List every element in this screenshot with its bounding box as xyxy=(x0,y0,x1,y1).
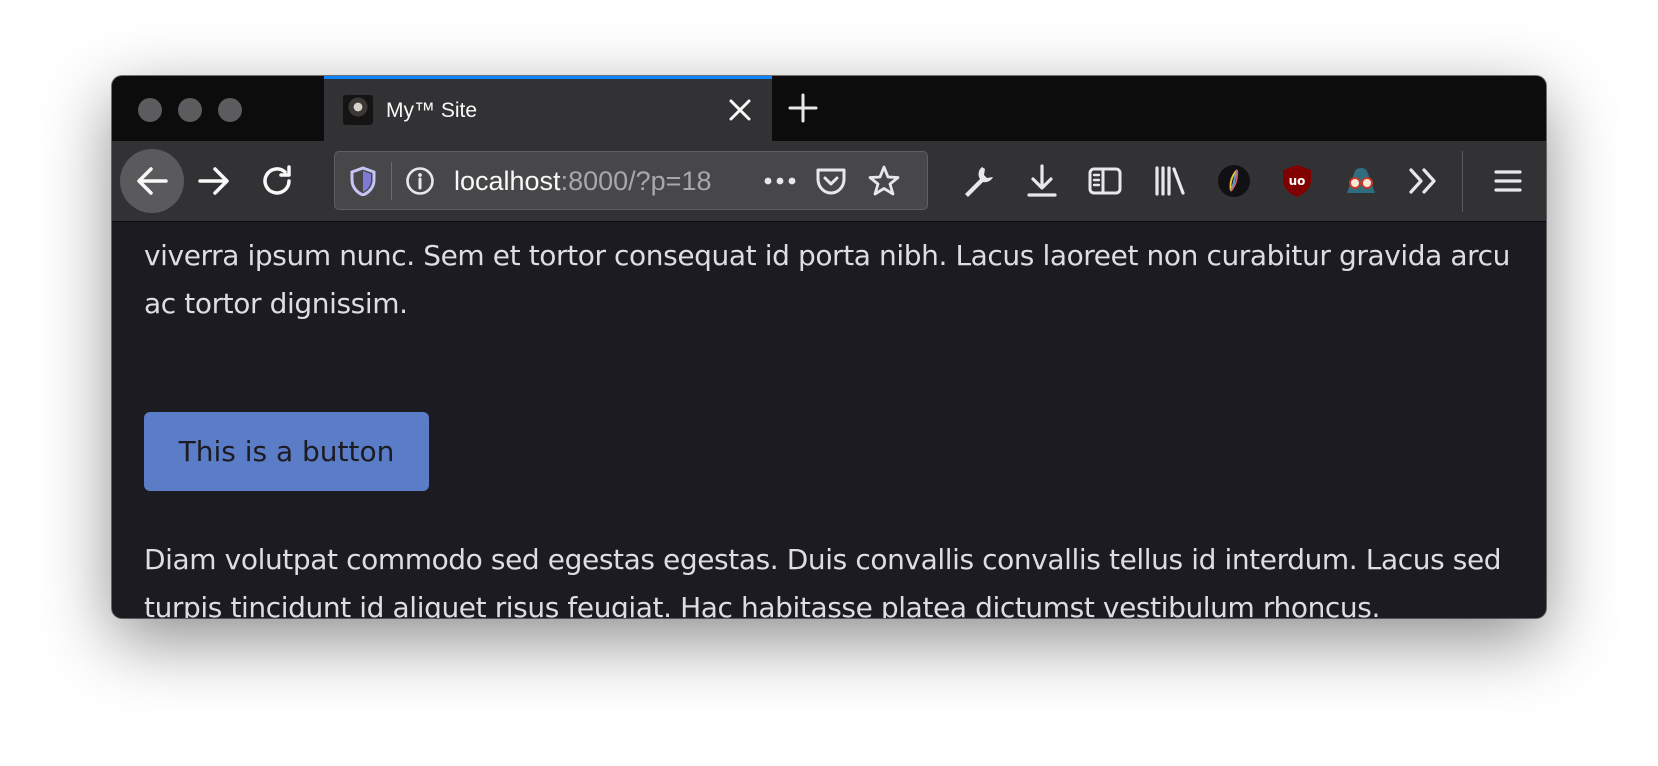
toolbar-separator xyxy=(1462,151,1463,212)
tab-title: My™ Site xyxy=(386,99,478,122)
library-icon[interactable] xyxy=(1151,163,1187,199)
svg-text:uo: uo xyxy=(1289,174,1306,188)
navigation-bar: localhost:8000/?p=18 uo xyxy=(112,141,1546,222)
ublock-icon[interactable]: uo xyxy=(1279,163,1315,199)
download-icon[interactable] xyxy=(1024,163,1060,199)
new-tab-icon[interactable] xyxy=(788,93,818,123)
browser-window: My™ Site localhost:8000/?p=18 uo viverra… xyxy=(112,76,1546,618)
close-window-button[interactable] xyxy=(138,98,162,122)
menu-icon[interactable] xyxy=(1490,163,1526,199)
minimize-window-button[interactable] xyxy=(178,98,202,122)
reload-icon[interactable] xyxy=(259,163,295,199)
paragraph-bottom: Diam volutpat commodo sed egestas egesta… xyxy=(144,543,1502,618)
shield-icon[interactable] xyxy=(349,166,377,196)
demo-button[interactable]: This is a button xyxy=(144,412,429,491)
tab-strip: My™ Site xyxy=(112,76,1546,141)
page-actions-icon[interactable] xyxy=(763,167,797,195)
back-arrow-icon[interactable] xyxy=(134,163,170,199)
info-icon[interactable] xyxy=(405,166,435,196)
pocket-icon[interactable] xyxy=(815,165,847,197)
url-path: :8000/?p=18 xyxy=(560,166,712,196)
tab-active[interactable]: My™ Site xyxy=(324,76,772,141)
spy-icon[interactable] xyxy=(1343,163,1379,199)
paragraph-top: viverra ipsum nunc. Sem et tortor conseq… xyxy=(144,239,1510,320)
wrench-icon[interactable] xyxy=(960,163,996,199)
forward-icon[interactable] xyxy=(196,163,232,199)
url-divider xyxy=(391,162,392,200)
url-text[interactable]: localhost:8000/?p=18 xyxy=(454,166,711,197)
url-host: localhost xyxy=(454,166,561,196)
extension-icon[interactable] xyxy=(1216,163,1252,199)
zoom-window-button[interactable] xyxy=(218,98,242,122)
overflow-icon[interactable] xyxy=(1406,163,1442,199)
url-bar[interactable]: localhost:8000/?p=18 xyxy=(334,151,928,210)
page-content: viverra ipsum nunc. Sem et tortor conseq… xyxy=(112,222,1546,618)
close-tab-icon[interactable] xyxy=(728,98,752,122)
site-favicon xyxy=(343,95,373,125)
bookmark-star-icon[interactable] xyxy=(867,164,901,198)
sidebar-icon[interactable] xyxy=(1087,163,1123,199)
